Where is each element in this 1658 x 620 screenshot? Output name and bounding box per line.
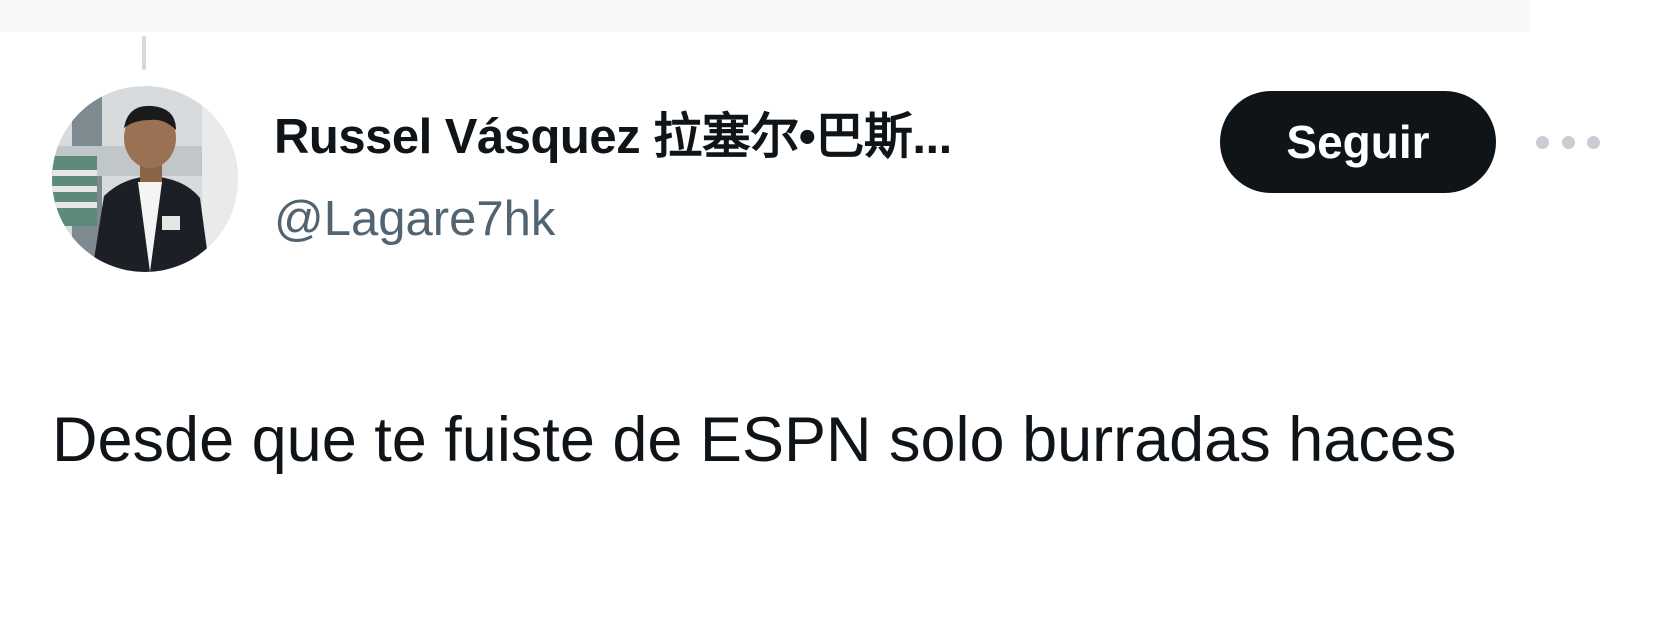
previous-post-edge — [0, 0, 1530, 32]
avatar[interactable] — [52, 86, 238, 272]
more-dot — [1536, 135, 1549, 149]
follow-button[interactable]: Seguir — [1220, 91, 1496, 193]
more-dot — [1587, 135, 1600, 149]
thread-connector-line — [142, 36, 146, 70]
tweet-text: Desde que te fuiste de ESPN solo burrada… — [52, 405, 1457, 475]
more-options-icon[interactable] — [1536, 124, 1600, 160]
more-dot — [1561, 135, 1575, 149]
author-handle[interactable]: @Lagare7hk — [274, 190, 555, 249]
avatar-photo — [52, 86, 238, 272]
author-display-name[interactable]: Russel Vásquez 拉塞尔•巴斯... — [274, 108, 952, 167]
